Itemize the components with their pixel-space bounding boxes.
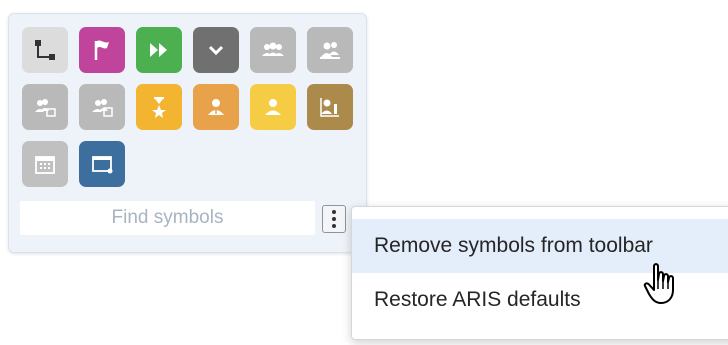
hand-pointer-icon	[643, 263, 674, 304]
person-role-icon[interactable]	[193, 84, 239, 130]
kebab-dot-icon	[332, 224, 336, 228]
flag-icon[interactable]	[79, 27, 125, 73]
person-icon[interactable]	[250, 84, 296, 130]
group-icon[interactable]	[250, 27, 296, 73]
search-placeholder: Find symbols	[111, 207, 224, 228]
person-chart-icon[interactable]	[307, 84, 353, 130]
group-document-icon[interactable]	[22, 84, 68, 130]
group-box-icon[interactable]	[79, 84, 125, 130]
window-icon[interactable]	[79, 141, 125, 187]
calendar-icon[interactable]	[22, 141, 68, 187]
symbol-palette: Find symbols	[8, 13, 367, 253]
star-person-icon[interactable]	[136, 84, 182, 130]
menu-item-label: Remove symbols from toolbar	[374, 234, 653, 257]
kebab-dot-icon	[332, 210, 336, 214]
search-input[interactable]: Find symbols	[20, 201, 315, 235]
menu-item-label: Restore ARIS defaults	[374, 288, 581, 311]
chevron-down-icon[interactable]	[193, 27, 239, 73]
kebab-dot-icon	[332, 217, 336, 221]
connector-icon[interactable]	[22, 27, 68, 73]
organization-icon[interactable]	[307, 27, 353, 73]
fast-forward-icon[interactable]	[136, 27, 182, 73]
more-options-button[interactable]	[322, 205, 346, 233]
